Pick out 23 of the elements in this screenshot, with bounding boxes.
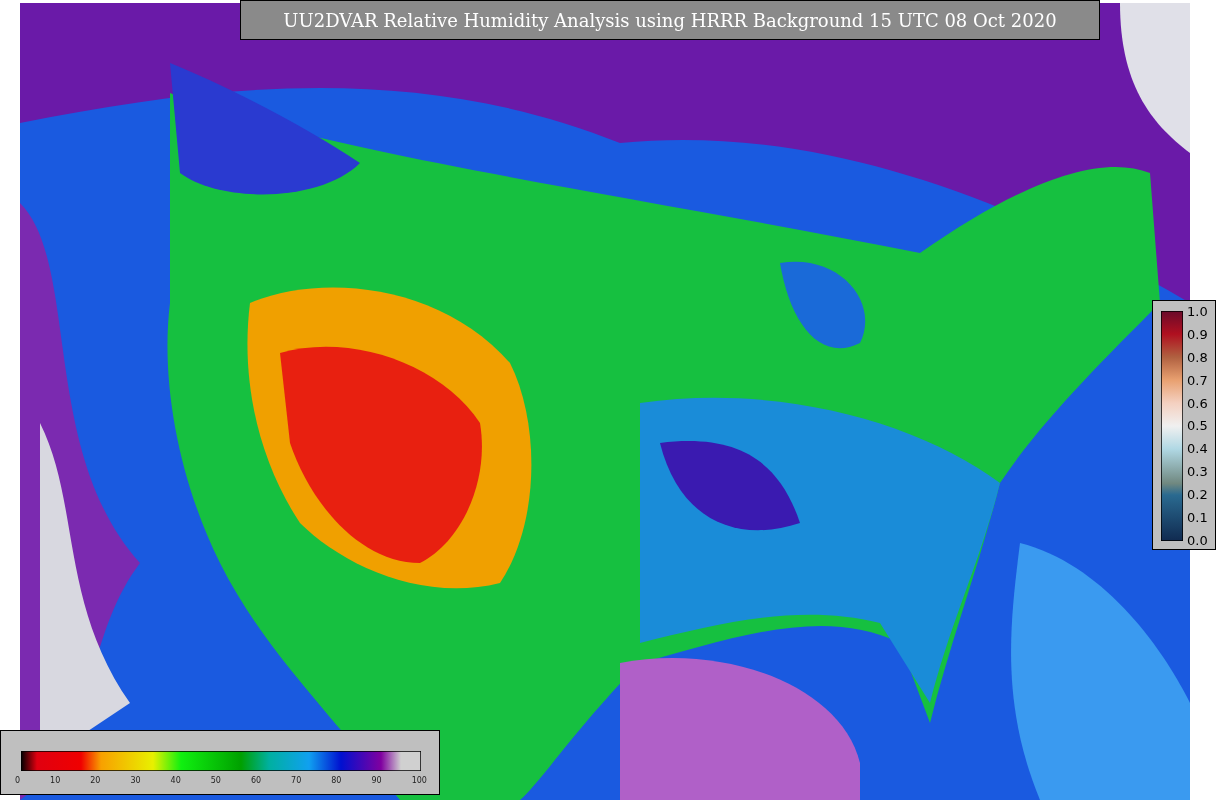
colorbar-tick-label: 50 bbox=[210, 776, 221, 785]
colorbar-tick-label: 1.0 bbox=[1187, 305, 1208, 318]
colorbar-tick-label: 0.1 bbox=[1187, 511, 1208, 524]
colorbar-tick-label: 80 bbox=[331, 776, 342, 785]
colorbar-tick-label: 0.6 bbox=[1187, 396, 1208, 410]
colorbar-tick-label: 40 bbox=[170, 776, 181, 785]
colorbar-tick-label: 70 bbox=[291, 776, 302, 785]
colorbar-tick-label: 10 bbox=[50, 776, 61, 785]
colorbar-tick-label: 0.7 bbox=[1187, 373, 1208, 387]
colorbar-tick-label: 30 bbox=[130, 776, 141, 785]
colorbar-tick-label: 100 bbox=[411, 776, 427, 785]
colorbar-tick-label: 60 bbox=[250, 776, 262, 785]
colorbar-tick-label: 0.3 bbox=[1187, 465, 1208, 479]
colorbar-tick-label: 0.8 bbox=[1187, 350, 1208, 364]
colorbar-tick-label: 90 bbox=[371, 776, 382, 785]
map-title: UU2DVAR Relative Humidity Analysis using HRRR Background 15 UTC 08 Oct 2020 bbox=[240, 0, 1100, 40]
colorbar-tick-label: 0.2 bbox=[1187, 488, 1208, 502]
colorbar-tick-label: 0.4 bbox=[1187, 442, 1208, 456]
colorbar-tick-label: 0 bbox=[15, 776, 21, 785]
colorbar-tick-label: 0.5 bbox=[1187, 419, 1208, 433]
colorbar-tick-label: 0.9 bbox=[1187, 327, 1208, 341]
colorbar-tick-label: 0.0 bbox=[1187, 533, 1208, 547]
colorbar-tick-label: 20 bbox=[90, 776, 101, 785]
